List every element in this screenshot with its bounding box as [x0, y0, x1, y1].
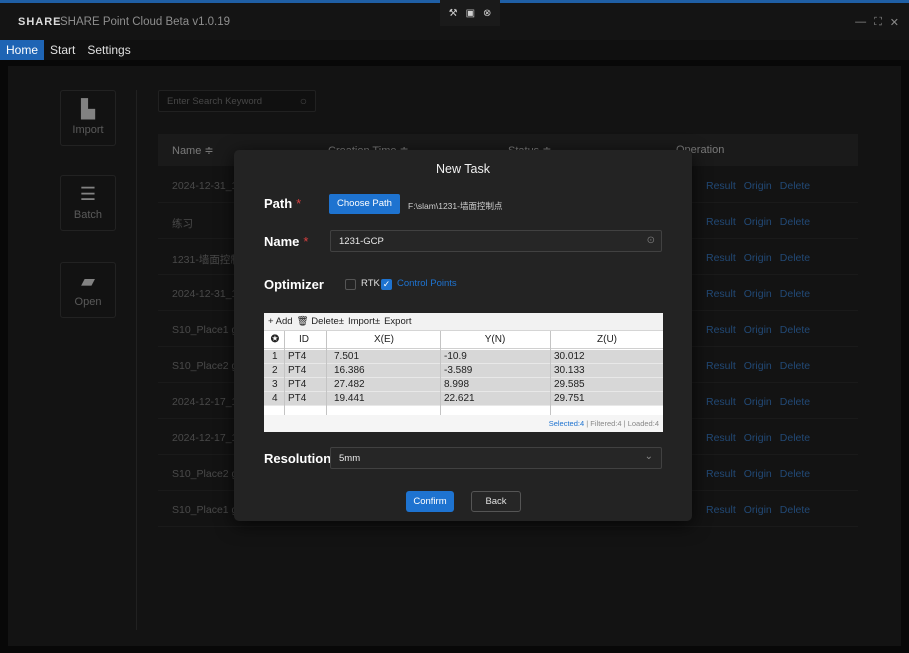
window-controls: — ⛶ ✕ — [855, 16, 899, 29]
image-icon[interactable]: ▣ — [466, 8, 475, 19]
point-z[interactable]: 30.133 — [554, 365, 585, 376]
grid-row[interactable]: 3 PT4 27.482 8.998 29.585 — [264, 378, 663, 392]
point-y[interactable]: 22.621 — [444, 393, 475, 404]
separator: | — [586, 419, 589, 428]
grid-divider — [440, 331, 441, 415]
task-name-field[interactable]: 1231-GCP ⊙ — [330, 230, 662, 252]
path-value: F:\slam\1231-墙面控制点 — [408, 201, 503, 211]
grid-status-bar: Selected:4 | Filtered:4 | Loaded:4 — [264, 415, 663, 432]
new-task-dialog: New Task Path * Choose Path F:\slam\1231-… — [234, 150, 692, 521]
back-button[interactable]: Back — [471, 491, 521, 512]
selected-count: Selected:4 — [548, 419, 585, 428]
point-y[interactable]: -3.589 — [444, 365, 472, 376]
confirm-button[interactable]: Confirm — [406, 491, 454, 512]
task-name-value: 1231-GCP — [339, 236, 384, 247]
menu-home[interactable]: Home — [0, 40, 45, 60]
row-index: 4 — [272, 393, 278, 404]
minimize-icon[interactable]: — — [855, 16, 866, 29]
required-mark: * — [296, 196, 302, 211]
control-points-label[interactable]: Control Points — [397, 278, 457, 289]
choose-path-button[interactable]: Choose Path — [329, 194, 400, 214]
separator: | — [623, 419, 626, 428]
maximize-icon[interactable]: ⛶ — [874, 16, 882, 29]
point-z[interactable]: 29.585 — [554, 379, 585, 390]
clear-icon[interactable]: ⊙ — [647, 235, 655, 246]
point-x[interactable]: 16.386 — [334, 365, 365, 376]
name-label-text: Name — [264, 234, 300, 249]
grid-divider — [284, 331, 285, 415]
point-id[interactable]: PT4 — [288, 365, 306, 376]
menu-settings[interactable]: Settings — [81, 40, 136, 60]
control-points-checkbox[interactable]: ✓ — [381, 279, 392, 290]
point-x[interactable]: 19.441 — [334, 393, 365, 404]
grid-divider — [326, 331, 327, 415]
row-index: 3 — [272, 379, 278, 390]
row-index: 1 — [272, 351, 278, 362]
rtk-label[interactable]: RTK — [361, 278, 380, 289]
optimizer-label: Optimizer — [264, 277, 324, 292]
import-points-button[interactable]: Import± — [348, 316, 380, 327]
app-title: SHARE Point Cloud Beta v1.0.19 — [60, 16, 231, 28]
delete-button[interactable]: 🗑 Delete± — [297, 316, 344, 327]
point-y[interactable]: 8.998 — [444, 379, 469, 390]
path-label: Path * — [264, 196, 301, 211]
required-mark: * — [303, 234, 309, 249]
chevron-down-icon: ⌄ — [644, 451, 653, 462]
resolution-label: Resolution — [264, 451, 332, 466]
loaded-count: Loaded:4 — [627, 419, 659, 428]
floating-toolbar: ⚒ ▣ ⊗ — [440, 0, 500, 26]
grid-divider — [550, 331, 551, 415]
point-z[interactable]: 30.012 — [554, 351, 585, 362]
point-z[interactable]: 29.751 — [554, 393, 585, 404]
close-icon[interactable]: ✕ — [890, 16, 899, 29]
name-label: Name * — [264, 234, 308, 249]
grid-row[interactable]: 2 PT4 16.386 -3.589 30.133 — [264, 364, 663, 378]
col-id[interactable]: ID — [286, 334, 322, 345]
grid-row[interactable]: 4 PT4 19.441 22.621 29.751 — [264, 392, 663, 406]
point-id[interactable]: PT4 — [288, 393, 306, 404]
app-logo: SHARE — [18, 16, 62, 28]
menu-bar: Home Start Settings — [0, 40, 909, 60]
grid-row[interactable]: 1 PT4 7.501 -10.9 30.012 — [264, 350, 663, 364]
tool-icon[interactable]: ⚒ — [449, 8, 458, 19]
add-button[interactable]: + Add — [268, 316, 293, 327]
grid-toolbar: + Add 🗑 Delete± Import± Export — [264, 313, 663, 331]
resolution-value: 5mm — [339, 453, 361, 464]
select-all-icon[interactable]: ✪ — [266, 334, 284, 345]
point-y[interactable]: -10.9 — [444, 351, 467, 362]
rtk-checkbox[interactable] — [345, 279, 356, 290]
filtered-count: Filtered:4 — [590, 419, 622, 428]
export-button[interactable]: Export — [384, 316, 411, 327]
row-index: 2 — [272, 365, 278, 376]
grid-header: ✪ ID X(E) Y(N) Z(U) — [264, 331, 663, 349]
col-y[interactable]: Y(N) — [440, 334, 550, 345]
title-bar: SHARE SHARE Point Cloud Beta v1.0.19 ⚒ ▣… — [0, 0, 909, 40]
control-points-grid: + Add 🗑 Delete± Import± Export ✪ ID X(E)… — [264, 313, 663, 432]
resolution-select[interactable]: 5mm ⌄ — [330, 447, 662, 469]
col-z[interactable]: Z(U) — [552, 334, 662, 345]
dialog-title: New Task — [436, 162, 490, 176]
point-id[interactable]: PT4 — [288, 379, 306, 390]
col-x[interactable]: X(E) — [330, 334, 438, 345]
path-label-text: Path — [264, 196, 293, 211]
point-x[interactable]: 7.501 — [334, 351, 359, 362]
point-x[interactable]: 27.482 — [334, 379, 365, 390]
point-id[interactable]: PT4 — [288, 351, 306, 362]
menu-start[interactable]: Start — [44, 40, 81, 60]
close-circle-icon[interactable]: ⊗ — [483, 8, 491, 19]
